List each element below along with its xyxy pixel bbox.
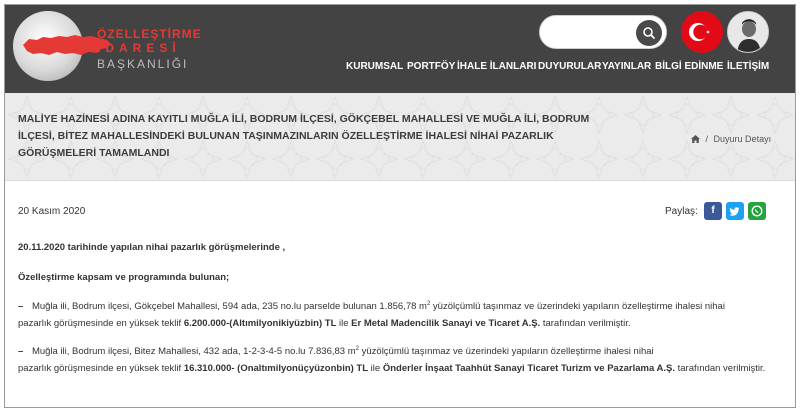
search-input[interactable] xyxy=(550,24,640,42)
browser-frame: ÖZELLEŞTİRME İDARESİ BAŞKANLIĞI KURUMSAL… xyxy=(4,4,796,408)
item1-line2: pazarlık görüşmesinde en yüksek teklif 6… xyxy=(18,318,631,329)
item1-with: ile xyxy=(336,318,352,329)
item2-amount: 16.310.000- (Onaltımilyonüçyüzonbin) TL xyxy=(183,363,369,374)
page-title-line-1: MALİYE HAZİNESİ ADINA KAYITLI MUĞLA İLİ,… xyxy=(18,113,590,125)
turkish-flag-link[interactable] xyxy=(681,11,723,53)
nav-duyurular[interactable]: DUYURULAR xyxy=(538,61,601,72)
item1-offer-prefix: pazarlık görüşmesinde en yüksek teklif xyxy=(18,318,184,329)
item2-text-rest: yüzölçümlü taşınmaz ve üzerindeki yapıla… xyxy=(358,346,654,358)
page-title-banner: MALİYE HAZİNESİ ADINA KAYITLI MUĞLA İLİ,… xyxy=(5,93,795,181)
article-date: 20 Kasım 2020 xyxy=(18,206,86,217)
item2-offer-prefix: pazarlık görüşmesinde en yüksek teklif xyxy=(18,363,184,374)
item2-line2: pazarlık görüşmesinde en yüksek teklif 1… xyxy=(18,363,765,374)
scope-paragraph: Özelleştirme kapsam ve programında bulun… xyxy=(18,272,230,283)
facebook-icon: f xyxy=(711,205,715,216)
share-label: Paylaş: xyxy=(665,206,698,217)
item2-dash: – xyxy=(18,346,24,358)
item1-line1: – Muğla ili, Bodrum ilçesi, Gökçebel Mah… xyxy=(18,301,770,312)
whatsapp-icon xyxy=(751,205,763,217)
page-title-line-3: GÖRÜŞMELERİ TAMAMLANDI xyxy=(18,147,170,159)
breadcrumb-separator: / xyxy=(705,134,709,144)
search-icon xyxy=(643,27,655,39)
nav-ihale-ilanlari[interactable]: İHALE İLANLARI xyxy=(457,61,536,72)
logo-text-line1: ÖZELLEŞTİRME xyxy=(97,27,202,41)
item1-dash: – xyxy=(18,301,24,313)
item1-company: Er Metal Madencilik Sanayi ve Ticaret A.… xyxy=(351,318,541,329)
item2-with: ile xyxy=(368,363,383,374)
nav-bilgi-edinme[interactable]: BİLGİ EDİNME xyxy=(655,61,723,72)
site-header: ÖZELLEŞTİRME İDARESİ BAŞKANLIĞI KURUMSAL… xyxy=(5,5,795,93)
turkish-flag-icon xyxy=(689,23,710,41)
article-content: 20 Kasım 2020 Paylaş: f 20.11.2020 tarih… xyxy=(5,182,795,407)
breadcrumb: / Duyuru Detayı xyxy=(691,134,771,144)
nav-iletisim[interactable]: İLETİŞİM xyxy=(727,61,769,72)
nav-kurumsal[interactable]: KURUMSAL xyxy=(346,61,403,72)
item1-text-rest: yüzölçümlü taşınmaz ve üzerindeki yapıla… xyxy=(430,301,725,313)
item2-suffix: tarafından verilmiştir. xyxy=(675,363,766,374)
item2-company: Önderler İnşaat Taahhüt Sanayi Ticaret T… xyxy=(382,363,675,374)
search-button[interactable] xyxy=(636,20,662,46)
whatsapp-share-button[interactable] xyxy=(748,202,766,220)
item1-suffix: tarafından verilmiştir. xyxy=(540,318,631,329)
intro-paragraph: 20.11.2020 tarihinde yapılan nihai pazar… xyxy=(18,242,286,253)
twitter-icon xyxy=(729,207,740,216)
item2-text: Muğla ili, Bodrum ilçesi, Bitez Mahalles… xyxy=(31,346,356,358)
search-box xyxy=(539,15,667,49)
item2-line1: – Muğla ili, Bodrum ilçesi, Bitez Mahall… xyxy=(18,346,770,357)
facebook-share-button[interactable]: f xyxy=(704,202,722,220)
main-nav: KURUMSAL PORTFÖY İHALE İLANLARI DUYURULA… xyxy=(5,61,795,81)
logo-text-line2: İDARESİ xyxy=(97,41,181,55)
item1-amount: 6.200.000-(Altımilyonikiyüzbin) TL xyxy=(183,318,337,329)
nav-yayinlar[interactable]: YAYINLAR xyxy=(602,61,651,72)
twitter-share-button[interactable] xyxy=(726,202,744,220)
ataturk-portrait-icon xyxy=(728,12,768,52)
ataturk-portrait-link[interactable] xyxy=(727,11,769,53)
breadcrumb-current: Duyuru Detayı xyxy=(713,134,772,144)
page-title-line-2: İLÇESİ, BİTEZ MAHALLESİNDEKİ BULUNAN TAŞ… xyxy=(18,130,554,142)
home-icon[interactable] xyxy=(691,135,700,143)
item1-text: Muğla ili, Bodrum ilçesi, Gökçebel Mahal… xyxy=(31,301,427,313)
nav-portfoy[interactable]: PORTFÖY xyxy=(407,61,455,72)
